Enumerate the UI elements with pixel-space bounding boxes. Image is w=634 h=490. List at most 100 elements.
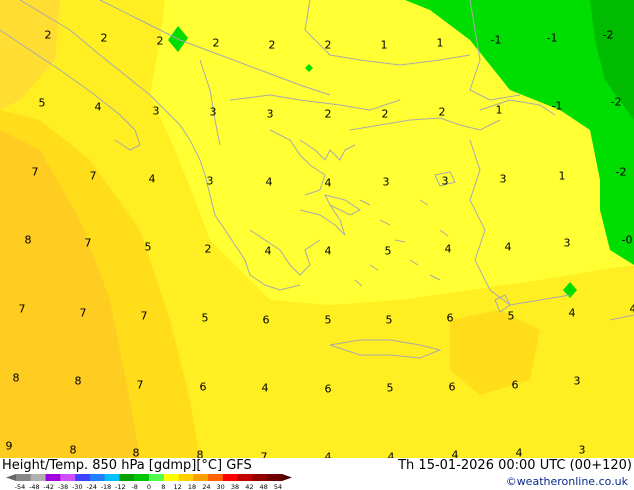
temperature-label: -2 xyxy=(602,28,614,42)
temperature-label: 4 xyxy=(148,172,156,186)
temperature-label: -1 xyxy=(551,99,563,113)
temperature-label: 3 xyxy=(578,443,586,457)
scale-tick-label: -18 xyxy=(101,483,112,490)
temperature-label: 2 xyxy=(324,107,332,121)
bottom-bar: Height/Temp. 850 hPa [gdmp][°C] GFS Th 1… xyxy=(0,458,634,490)
temperature-label: 6 xyxy=(446,311,454,325)
temperature-label: 2 xyxy=(100,31,108,45)
temperature-label: 1 xyxy=(436,36,444,50)
weather-map-app: 2 2 2 2 2 2 1 1 -1 -1 -2 5 4 3 3 3 2 2 2 1 -1 -2 7 7 4 3 4 4 3 3 3 1 -2 8… xyxy=(0,0,634,490)
temperature-label: 5 xyxy=(144,240,152,254)
temperature-label: 6 xyxy=(262,313,270,327)
temperature-label: 6 xyxy=(199,380,207,394)
scale-tick-label: 54 xyxy=(274,483,282,490)
scale-tick-label: 0 xyxy=(147,483,151,490)
temperature-label: 2 xyxy=(44,28,52,42)
temperature-label: 4 xyxy=(94,100,102,114)
temperature-label: 4 xyxy=(264,244,272,258)
scale-swatch xyxy=(89,474,106,481)
scale-tick-label: 38 xyxy=(231,483,239,490)
scale-swatch xyxy=(75,474,91,481)
temperature-label: 5 xyxy=(507,309,515,323)
temperature-label: -2 xyxy=(610,95,622,109)
credit-link[interactable]: ©weatheronline.co.uk xyxy=(506,475,628,488)
temperature-label: 5 xyxy=(38,96,46,110)
temperature-label: 4 xyxy=(324,176,332,190)
scale-tick-label: -48 xyxy=(29,483,40,490)
scale-swatch xyxy=(222,474,239,481)
temperature-label: 2 xyxy=(438,105,446,119)
scale-swatch xyxy=(16,474,32,481)
temperature-label: 6 xyxy=(511,378,519,392)
temperature-label: 1 xyxy=(495,103,503,117)
scale-tick-label: 8 xyxy=(161,483,165,490)
temperature-label: 2 xyxy=(156,34,164,48)
color-scale: -54 -48 -42 -38 -30 -24 -18 -12 -8 0 8 12 18 24 30 38 42… xyxy=(6,474,292,490)
temperature-label: 6 xyxy=(324,382,332,396)
temperature-label: 5 xyxy=(324,313,332,327)
temperature-label: -2 xyxy=(615,165,627,179)
temperature-label: 4 xyxy=(324,244,332,258)
scale-swatch xyxy=(104,474,120,481)
temperature-label: 3 xyxy=(382,175,390,189)
temperature-label: 4 xyxy=(568,306,576,320)
temperature-label: 8 xyxy=(12,371,20,385)
temperature-label: 5 xyxy=(384,244,392,258)
temperature-label: -1 xyxy=(490,33,502,47)
temperature-label: 3 xyxy=(152,104,160,118)
scale-swatch xyxy=(208,474,224,481)
temperature-label: 3 xyxy=(563,236,571,250)
temperature-label: 2 xyxy=(204,242,212,256)
temperature-label: -1 xyxy=(546,31,558,45)
scale-swatch xyxy=(163,474,180,481)
temperature-label: 4 xyxy=(265,175,273,189)
scale-tick-label: 24 xyxy=(202,483,210,490)
temperature-label: 3 xyxy=(206,174,214,188)
temperature-label: 3 xyxy=(573,374,581,388)
map-timestamp: Th 15-01-2026 00:00 UTC (00+120) xyxy=(398,458,632,473)
scale-tick-label: -24 xyxy=(86,483,97,490)
temperature-label: 7 xyxy=(18,302,26,316)
scale-swatch xyxy=(60,474,76,481)
temperature-label: -0 xyxy=(621,233,633,247)
temperature-label: 8 xyxy=(69,443,77,457)
scale-tick-label: 30 xyxy=(217,483,225,490)
scale-swatch xyxy=(193,474,209,481)
temperature-label: 1 xyxy=(380,38,388,52)
scale-tick-label: -12 xyxy=(115,483,126,490)
temperature-label: 7 xyxy=(79,306,87,320)
temperature-value-layer: 2 2 2 2 2 2 1 1 -1 -1 -2 5 4 3 3 3 2 2 2 1 -1 -2 7 7 4 3 4 4 3 3 3 1 -2 8… xyxy=(0,0,634,464)
temperature-label: 5 xyxy=(385,313,393,327)
scale-arrow-left xyxy=(6,474,16,481)
temperature-label: 7 xyxy=(89,169,97,183)
scale-tick-label: -30 xyxy=(72,483,83,490)
temperature-label: 5 xyxy=(201,311,209,325)
temperature-label: 2 xyxy=(268,38,276,52)
scale-tick-label: -42 xyxy=(43,483,54,490)
scale-swatch xyxy=(178,474,194,481)
scale-tick-label: -8 xyxy=(131,483,137,490)
scale-tick-label: 18 xyxy=(188,483,196,490)
scale-tick-label: 42 xyxy=(245,483,253,490)
temperature-label: 3 xyxy=(209,105,217,119)
scale-swatch xyxy=(252,474,268,481)
scale-swatch xyxy=(45,474,61,481)
map-title: Height/Temp. 850 hPa [gdmp][°C] GFS xyxy=(2,458,252,473)
temperature-label: 1 xyxy=(558,169,566,183)
scale-tick-label: 12 xyxy=(174,483,182,490)
temperature-label: 4 xyxy=(629,302,634,316)
scale-swatch xyxy=(134,474,150,481)
temperature-label: 9 xyxy=(5,439,13,453)
temperature-label: 3 xyxy=(499,172,507,186)
temperature-label: 2 xyxy=(324,38,332,52)
temperature-label: 7 xyxy=(140,309,148,323)
scale-swatch xyxy=(119,474,135,481)
scale-arrow-right xyxy=(282,474,292,481)
temperature-label: 7 xyxy=(31,165,39,179)
temperature-label: 2 xyxy=(381,107,389,121)
temperature-label: 7 xyxy=(84,236,92,250)
temperature-label: 4 xyxy=(261,381,269,395)
temperature-label: 6 xyxy=(448,380,456,394)
temperature-label: 5 xyxy=(386,381,394,395)
temperature-label: 3 xyxy=(266,107,274,121)
